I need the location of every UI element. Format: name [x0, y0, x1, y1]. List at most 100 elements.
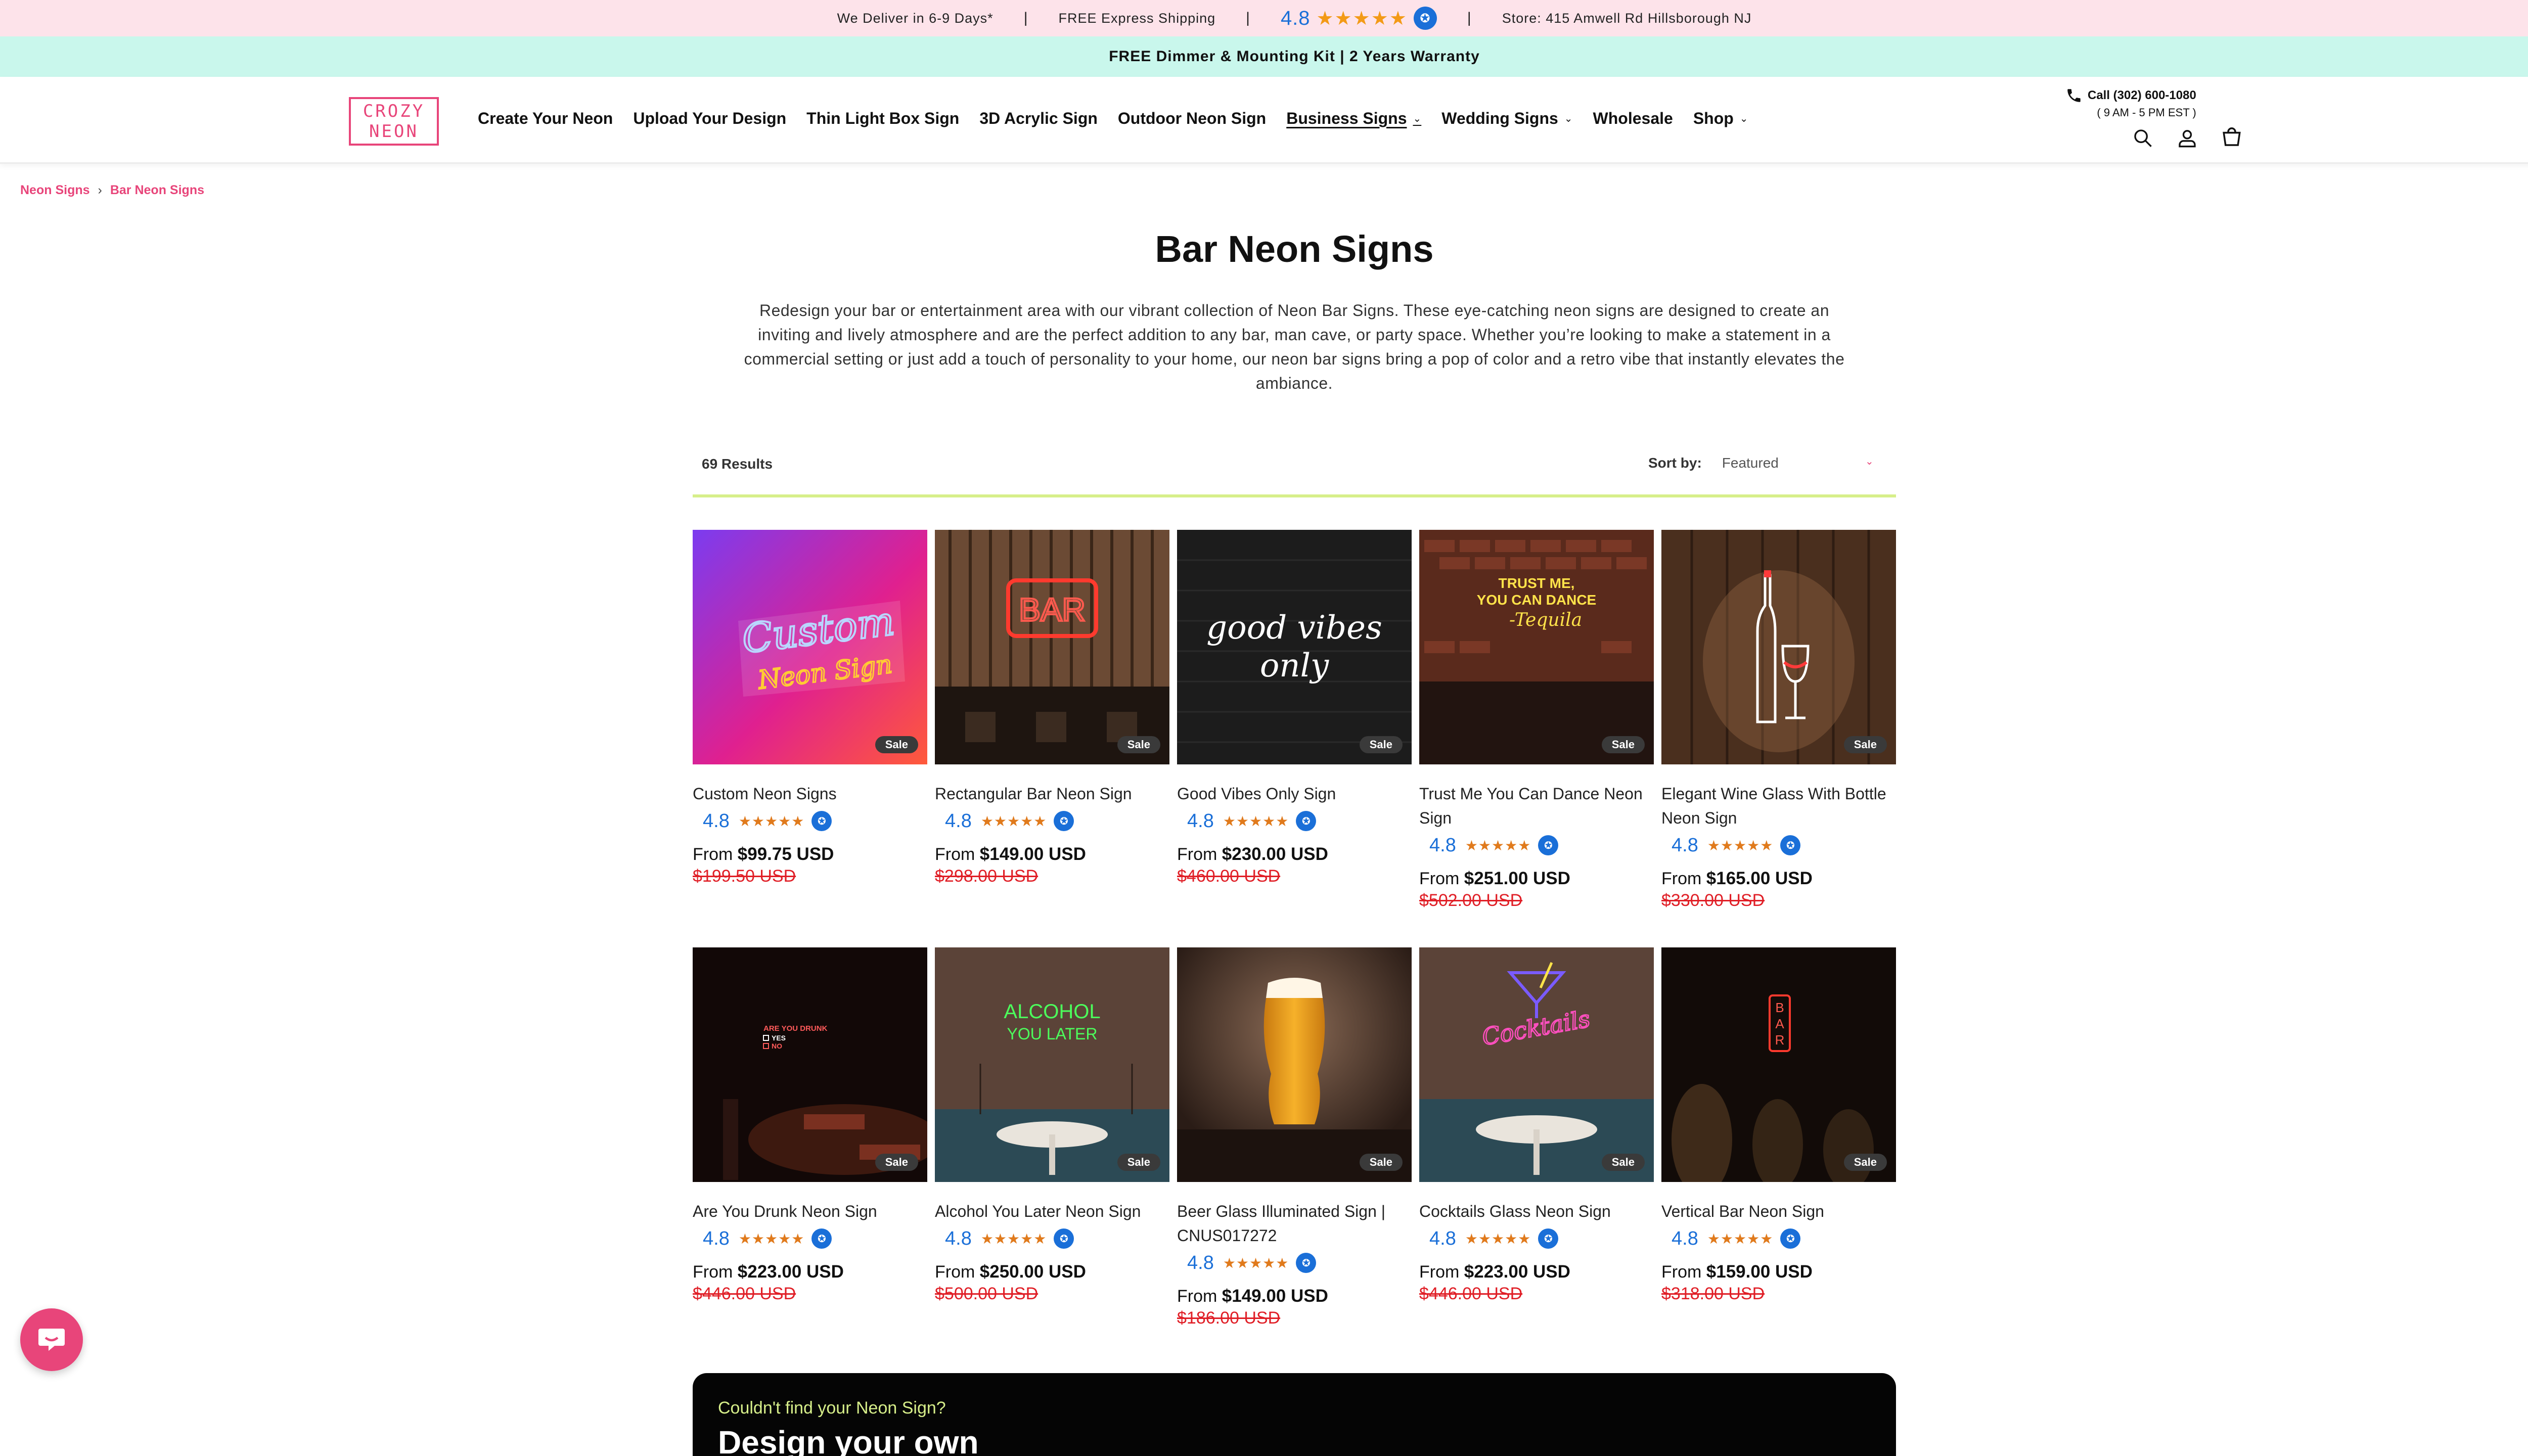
nav-thin-light-box-sign[interactable]: Thin Light Box Sign: [806, 109, 959, 128]
product-title[interactable]: Are You Drunk Neon Sign: [693, 1199, 927, 1223]
star-rating-icon: ★★★★★: [1707, 837, 1774, 853]
sale-badge: Sale: [1601, 736, 1645, 753]
store-rating[interactable]: 4.8 ★★★★★ ✪: [1281, 7, 1437, 30]
product-rating: 4.8 ★★★★★ ✪: [1419, 1226, 1654, 1251]
nav-shop[interactable]: Shop ⌄: [1693, 109, 1748, 128]
sort-select[interactable]: Featured ⌄: [1722, 455, 1874, 471]
product-card[interactable]: Sale Elegant Wine Glass With Bottle Neon…: [1661, 530, 1896, 947]
nav-outdoor-neon-sign[interactable]: Outdoor Neon Sign: [1118, 109, 1266, 128]
product-title[interactable]: Custom Neon Signs: [693, 782, 927, 806]
nav-business-signs[interactable]: Business Signs ⌄: [1286, 109, 1421, 128]
product-card[interactable]: ALCOHOL YOU LATER Sale Alcohol You Later…: [935, 947, 1169, 1365]
store-address: Store: 415 Amwell Rd Hillsborough NJ: [1502, 10, 1752, 26]
product-card[interactable]: B A R Sale Vertical Bar Neon Sign 4.8 ★★…: [1661, 947, 1896, 1365]
product-rating: 4.8 ★★★★★ ✪: [1419, 833, 1654, 857]
product-card[interactable]: Cocktails Sale Cocktails Glass Neon Sign…: [1419, 947, 1654, 1365]
product-title[interactable]: Vertical Bar Neon Sign: [1661, 1199, 1896, 1223]
product-card[interactable]: good vibes only Sale Good Vibes Only Sig…: [1177, 530, 1412, 947]
nav-wedding-signs[interactable]: Wedding Signs ⌄: [1441, 109, 1572, 128]
chat-button[interactable]: [20, 1308, 83, 1371]
neon-text: -Tequila: [1509, 610, 1582, 630]
site-header: CROZY NEON Create Your Neon Upload Your …: [0, 77, 2528, 164]
product-title[interactable]: Trust Me You Can Dance Neon Sign: [1419, 782, 1654, 830]
product-image[interactable]: Sale: [1177, 947, 1412, 1182]
product-price: From $251.00 USD: [1419, 869, 1570, 888]
nav-create-your-neon[interactable]: Create Your Neon: [478, 109, 613, 128]
rating-value: 4.8: [945, 810, 972, 832]
product-image[interactable]: Custom Neon Sign Sale: [693, 530, 927, 764]
product-image[interactable]: Sale: [1661, 530, 1896, 764]
divider: [693, 494, 1896, 497]
product-title[interactable]: Alcohol You Later Neon Sign: [935, 1199, 1169, 1223]
sort-control: Sort by: Featured ⌄: [1648, 455, 1874, 471]
product-title[interactable]: Elegant Wine Glass With Bottle Neon Sign: [1661, 782, 1896, 830]
call-info[interactable]: Call (302) 600-1080 ( 9 AM - 5 PM EST ): [2065, 87, 2196, 119]
product-card[interactable]: TRUST ME, YOU CAN DANCE -Tequila Sale Tr…: [1419, 530, 1654, 947]
product-image[interactable]: good vibes only Sale: [1177, 530, 1412, 764]
shipping-notice: FREE Express Shipping: [1058, 10, 1216, 26]
product-image[interactable]: ARE YOU DRUNK YES NO Sale: [693, 947, 927, 1182]
neon-text: B: [1775, 1000, 1784, 1015]
product-price: From $99.75 USD: [693, 844, 834, 864]
product-rating: 4.8 ★★★★★ ✪: [1177, 809, 1412, 833]
product-title[interactable]: Good Vibes Only Sign: [1177, 782, 1412, 806]
nav-3d-acrylic-sign[interactable]: 3D Acrylic Sign: [979, 109, 1098, 128]
verified-badge-icon: ✪: [1413, 7, 1437, 30]
chevron-down-icon: ⌄: [1564, 113, 1573, 124]
neon-text: R: [1775, 1032, 1785, 1048]
product-title[interactable]: Cocktails Glass Neon Sign: [1419, 1199, 1654, 1223]
banner-headline: Design your own: [718, 1424, 979, 1456]
design-your-own-banner[interactable]: Couldn't find your Neon Sign? Design you…: [693, 1373, 1896, 1456]
product-image[interactable]: ALCOHOL YOU LATER Sale: [935, 947, 1169, 1182]
divider: |: [1023, 10, 1028, 26]
product-card[interactable]: ARE YOU DRUNK YES NO Sale Are You Drunk …: [693, 947, 927, 1365]
call-number: Call (302) 600-1080: [2088, 88, 2196, 102]
search-icon[interactable]: [2130, 125, 2155, 151]
main-nav: Create Your Neon Upload Your Design Thin…: [478, 109, 1769, 128]
delivery-notice: We Deliver in 6-9 Days*: [837, 10, 994, 26]
star-rating-icon: ★★★★★: [1223, 1255, 1289, 1271]
verified-badge-icon: ✪: [1054, 811, 1074, 831]
product-title[interactable]: Rectangular Bar Neon Sign: [935, 782, 1169, 806]
sort-label: Sort by:: [1648, 455, 1702, 471]
product-image[interactable]: TRUST ME, YOU CAN DANCE -Tequila Sale: [1419, 530, 1654, 764]
product-price: From $250.00 USD: [935, 1262, 1086, 1282]
nav-wholesale[interactable]: Wholesale: [1593, 109, 1673, 128]
results-count: 69 Results: [702, 456, 773, 472]
star-rating-icon: ★★★★★: [980, 813, 1047, 829]
product-image[interactable]: B A R Sale: [1661, 947, 1896, 1182]
product-image[interactable]: Cocktails Sale: [1419, 947, 1654, 1182]
product-rating: 4.8 ★★★★★ ✪: [693, 1226, 927, 1251]
product-title[interactable]: Beer Glass Illuminated Sign | CNUS017272: [1177, 1199, 1412, 1248]
compare-at-price: $199.50 USD: [693, 867, 796, 886]
product-price: From $230.00 USD: [1177, 844, 1328, 864]
sale-badge: Sale: [1843, 1154, 1887, 1171]
verified-badge-icon: ✪: [1538, 1228, 1559, 1249]
breadcrumb-current[interactable]: Bar Neon Signs: [110, 183, 204, 198]
page-title: Bar Neon Signs: [1155, 228, 1434, 270]
verified-badge-icon: ✪: [1296, 1253, 1317, 1273]
product-rating: 4.8 ★★★★★ ✪: [1661, 1226, 1896, 1251]
product-price: From $159.00 USD: [1661, 1262, 1813, 1282]
promo-text: FREE Dimmer & Mounting Kit | 2 Years War…: [1109, 48, 1480, 65]
product-card[interactable]: BAR Sale Rectangular Bar Neon Sign 4.8 ★…: [935, 530, 1169, 947]
account-icon[interactable]: [2175, 125, 2200, 151]
breadcrumb-home[interactable]: Neon Signs: [20, 183, 90, 198]
star-rating-icon: ★★★★★: [738, 1231, 805, 1247]
star-rating-icon: ★★★★★: [1316, 8, 1408, 29]
cart-icon[interactable]: [2219, 125, 2244, 151]
product-image[interactable]: BAR Sale: [935, 530, 1169, 764]
star-rating-icon: ★★★★★: [1465, 837, 1531, 853]
star-rating-icon: ★★★★★: [980, 1231, 1047, 1247]
rating-value: 4.8: [1187, 1252, 1214, 1273]
logo[interactable]: CROZY NEON: [349, 97, 439, 146]
neon-text: NO: [772, 1042, 782, 1050]
product-card[interactable]: Sale Beer Glass Illuminated Sign | CNUS0…: [1177, 947, 1412, 1365]
sort-value: Featured: [1722, 455, 1779, 471]
product-card[interactable]: Custom Neon Sign Sale Custom Neon Signs …: [693, 530, 927, 947]
nav-upload-your-design[interactable]: Upload Your Design: [633, 109, 786, 128]
neon-text: A: [1775, 1016, 1784, 1031]
banner-question: Couldn't find your Neon Sign?: [718, 1398, 946, 1418]
divider: |: [1246, 10, 1250, 26]
compare-at-price: $186.00 USD: [1177, 1308, 1281, 1328]
